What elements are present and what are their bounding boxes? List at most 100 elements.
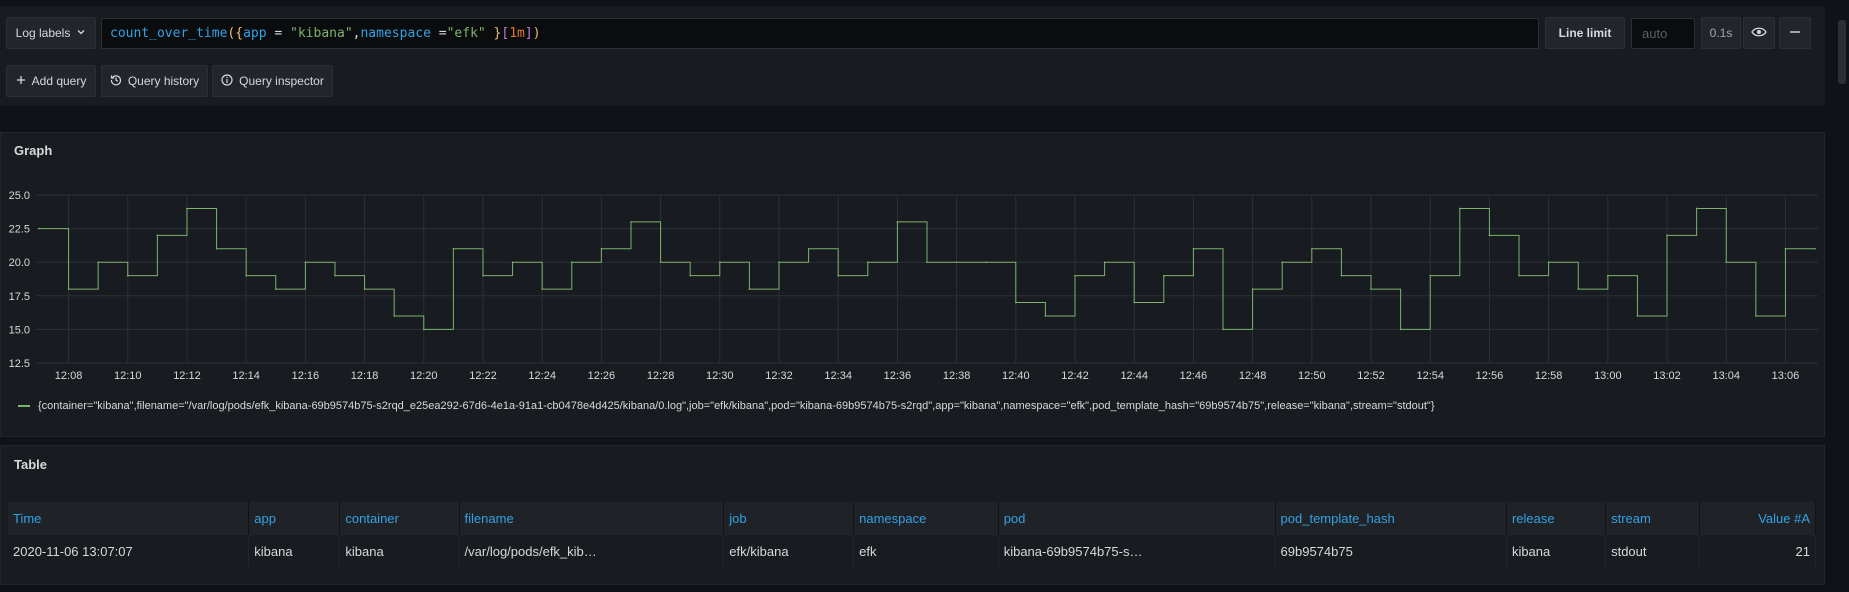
query-token: 1m	[509, 26, 525, 41]
column-header[interactable]: stream	[1605, 502, 1700, 535]
query-token: count_over_time	[110, 26, 228, 41]
remove-query-button[interactable]	[1779, 17, 1811, 49]
column-header[interactable]: namespace	[853, 502, 999, 535]
column-header[interactable]: app	[248, 502, 341, 535]
add-query-label: Add query	[31, 74, 87, 88]
x-tick-label: 12:12	[173, 370, 201, 382]
data-point	[482, 274, 484, 277]
table-cell: stdout	[1605, 534, 1700, 568]
data-point	[126, 274, 129, 277]
log-labels-button[interactable]: Log labels	[6, 17, 96, 49]
data-point	[1311, 247, 1313, 250]
plus-icon	[16, 74, 26, 88]
data-point	[955, 261, 958, 263]
data-point	[778, 261, 780, 263]
toggle-visibility-button[interactable]	[1743, 17, 1775, 49]
x-tick-label: 12:54	[1416, 370, 1444, 382]
x-tick-label: 12:40	[1002, 370, 1030, 382]
x-tick-label: 13:06	[1772, 370, 1800, 382]
query-token: ,	[352, 26, 361, 41]
data-point	[1784, 247, 1787, 250]
column-header[interactable]: container	[339, 502, 460, 535]
table-header-row: Time app container filename job namespace pod p…	[8, 502, 1817, 535]
x-tick-label: 12:22	[469, 370, 497, 382]
query-input[interactable]: count_over_time({app = "kibana", namespac…	[101, 18, 1539, 49]
y-tick-label: 22.5	[9, 224, 30, 236]
table-cell: kibana	[339, 534, 460, 568]
column-header[interactable]: filename	[459, 502, 725, 535]
query-time-value: 0.1s	[1709, 26, 1733, 40]
eye-icon	[1751, 26, 1767, 41]
data-point	[570, 261, 573, 263]
data-point	[1133, 301, 1136, 304]
data-point	[541, 288, 543, 290]
line-limit-label-box: Line limit	[1545, 17, 1625, 49]
table-cell: 2020-11-06 13:07:07	[8, 534, 250, 568]
table-title: Table	[14, 457, 47, 472]
line-limit-input[interactable]: auto	[1631, 18, 1695, 49]
data-point	[1251, 288, 1254, 290]
data-point	[659, 261, 662, 263]
query-token: (	[227, 26, 236, 41]
column-header[interactable]: job	[723, 502, 855, 535]
data-point	[1222, 328, 1224, 331]
table-cell: /var/log/pods/efk_kib…	[459, 534, 725, 568]
y-tick-label: 25.0	[9, 190, 30, 202]
table-cell: kibana	[1506, 534, 1607, 568]
query-inspector-button[interactable]: Query inspector	[212, 65, 333, 97]
query-token: namespace	[360, 26, 431, 41]
legend-series-color	[18, 405, 30, 407]
data-point	[1340, 274, 1343, 277]
data-point	[38, 227, 40, 230]
query-token: ]	[524, 26, 533, 41]
x-tick-label: 12:14	[232, 370, 260, 382]
column-header[interactable]: release	[1506, 502, 1607, 535]
data-point	[1695, 207, 1698, 210]
data-point	[689, 274, 691, 277]
data-point	[1281, 261, 1284, 263]
table-cell: kibana	[248, 534, 341, 568]
x-tick-label: 12:56	[1476, 370, 1504, 382]
column-header[interactable]: pod	[998, 502, 1276, 535]
query-token: =	[266, 26, 291, 41]
y-tick-label: 15.0	[9, 324, 30, 336]
table-cell: 21	[1699, 534, 1817, 568]
data-point	[1488, 234, 1491, 237]
data-point	[156, 234, 159, 237]
minus-icon	[1789, 26, 1801, 41]
line-limit-label: Line limit	[1558, 26, 1612, 40]
data-point	[334, 274, 336, 277]
table-cell: kibana-69b9574b75-s…	[998, 534, 1276, 568]
x-tick-label: 12:32	[765, 370, 793, 382]
legend-series-label: {container="kibana",filename="/var/log/p…	[38, 400, 1435, 412]
data-point	[274, 288, 277, 290]
y-tick-label: 17.5	[9, 291, 30, 303]
x-tick-label: 12:34	[824, 370, 852, 382]
data-point	[1370, 288, 1372, 290]
info-circle-icon	[221, 73, 233, 89]
scrollbar[interactable]	[1838, 20, 1846, 84]
data-point	[630, 221, 632, 223]
data-point	[866, 261, 869, 263]
data-point	[1163, 274, 1165, 277]
query-token: =	[430, 26, 447, 41]
y-tick-label: 12.5	[9, 358, 30, 370]
column-header[interactable]: Time	[8, 502, 250, 535]
data-point	[67, 288, 70, 290]
x-tick-label: 12:24	[528, 370, 556, 382]
x-tick-label: 12:58	[1535, 370, 1563, 382]
query-history-button[interactable]: Query history	[101, 65, 208, 97]
add-query-button[interactable]: Add query	[6, 65, 96, 97]
graph-title: Graph	[14, 143, 53, 158]
x-tick-label: 12:08	[55, 370, 83, 382]
data-point	[985, 261, 988, 263]
column-header[interactable]: pod_template_hash	[1275, 502, 1507, 535]
data-point	[1636, 315, 1639, 317]
graph-chart[interactable]: 25.0 22.5 20.0 17.5 15.0 12.5 12:08 12:10 12:12 1…	[0, 185, 1825, 385]
graph-legend[interactable]: {container="kibana",filename="/var/log/p…	[18, 400, 1435, 412]
history-icon	[110, 74, 122, 89]
data-point	[511, 261, 514, 263]
data-point	[97, 261, 99, 263]
data-point	[245, 274, 247, 277]
column-header[interactable]: Value #A	[1699, 502, 1817, 535]
